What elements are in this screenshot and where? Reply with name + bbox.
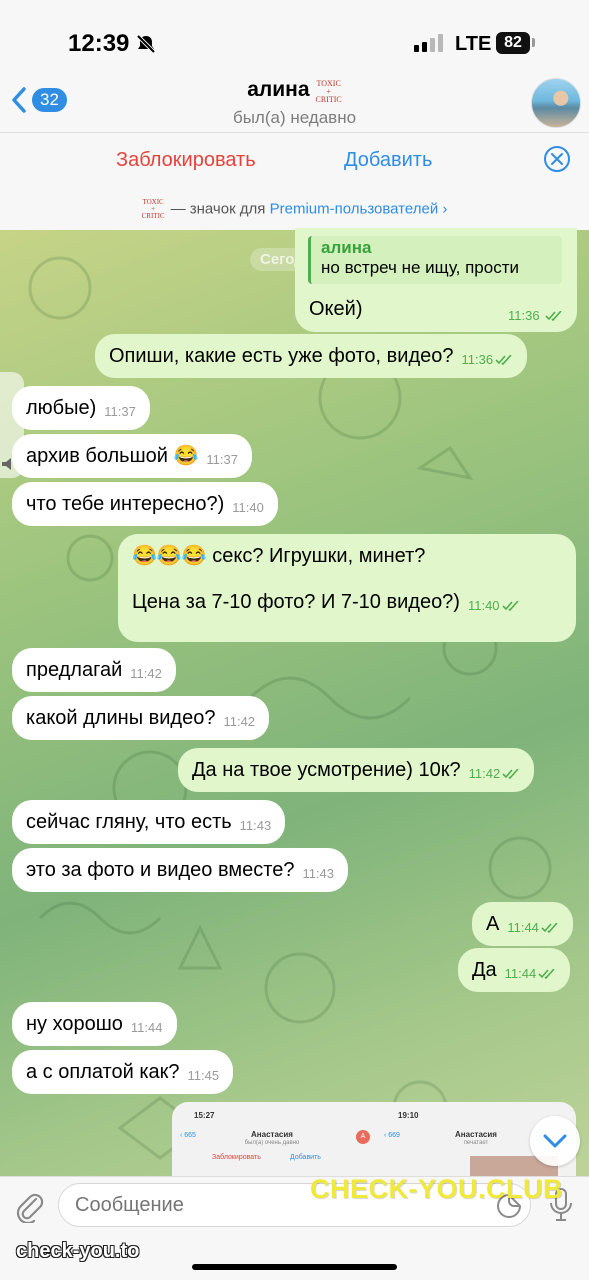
message-text: это за фото и видео вместе? <box>26 859 295 881</box>
reply-author: алина <box>321 238 372 257</box>
message-time: 11:37 <box>104 404 136 419</box>
message-text: архив большой 😂 <box>26 445 199 467</box>
double-check-icon <box>495 355 512 365</box>
message-text: Да <box>472 959 497 981</box>
message-time: 11:44 <box>130 1020 163 1035</box>
message-bubble-incoming[interactable]: какой длины видео? 11:42 <box>12 696 270 740</box>
message-text: что тебе интересно?) <box>26 493 225 515</box>
watermark-main: CHECK-YOU.CLUB <box>310 1174 563 1204</box>
thumb-add: Добавить <box>290 1154 321 1161</box>
message-bubble-outgoing[interactable]: Да 11:44 <box>458 948 571 992</box>
contact-action-bar: Заблокировать Добавить TOXIC + CRITIC — зна… <box>0 132 589 230</box>
premium-emoji-badge: TOXIC + CRITIC <box>315 79 342 104</box>
message-text: любые) <box>26 397 97 419</box>
thumb-time: 15:27 <box>194 1111 215 1120</box>
message-text-line-1: 😂😂😂 секс? Игрушки, минет? <box>132 545 426 567</box>
thumb-name: Анастасия <box>251 1130 293 1139</box>
message-bubble-outgoing[interactable]: 😂😂😂 секс? Игрушки, минет? Цена за 7-10 ф… <box>118 534 576 642</box>
message-time: 11:42 <box>223 714 256 729</box>
thumb-subtitle: был(а) очень давно <box>244 1140 300 1146</box>
message-bubble-incoming[interactable]: а с оплатой как? 11:45 <box>12 1050 234 1094</box>
message-time: 11:36 <box>462 352 514 367</box>
premium-hint-text: — значок для <box>170 200 270 218</box>
double-check-icon <box>545 311 562 321</box>
chat-title: алина <box>247 78 310 101</box>
message-time: 11:44 <box>505 966 557 981</box>
close-icon[interactable] <box>543 145 571 173</box>
premium-link[interactable]: Premium-пользователей › <box>270 200 448 217</box>
message-text: предлагай <box>26 659 123 681</box>
screenshot-thumbnail[interactable]: 15:27 ‹ 665 Анастасия был(а) очень давно… <box>172 1102 372 1176</box>
message-time: 11:45 <box>187 1068 220 1083</box>
thumb-time: 19:10 <box>398 1111 419 1120</box>
message-bubble-incoming[interactable]: это за фото и видео вместе? 11:43 <box>12 848 349 892</box>
message-time: 11:43 <box>239 818 272 833</box>
chevron-down-icon <box>543 1134 567 1148</box>
premium-hint[interactable]: TOXIC + CRITIC — значок для Premium-пользов… <box>0 199 589 220</box>
watermark-corner: check-you.to <box>16 1240 140 1262</box>
reply-quote[interactable]: алина но встреч не ищу, прости <box>308 236 562 284</box>
message-text: Окей) <box>309 298 363 320</box>
message-time: 11:44 <box>507 920 559 935</box>
double-check-icon <box>541 923 558 933</box>
status-time: 12:39 <box>68 30 130 57</box>
message-text: А <box>486 913 500 935</box>
message-bubble-incoming[interactable]: предлагай 11:42 <box>12 648 176 692</box>
message-bubble-incoming[interactable]: что тебе интересно?) 11:40 <box>12 482 278 526</box>
status-bar: 12:39 LTE 82 <box>0 0 589 78</box>
message-text: какой длины видео? <box>26 707 216 729</box>
block-button[interactable]: Заблокировать <box>116 149 256 172</box>
thumb-block: Заблокировать <box>212 1154 261 1161</box>
message-bubble-outgoing[interactable]: Опиши, какие есть уже фото, видео? 11:36 <box>95 334 528 378</box>
message-bubble-outgoing[interactable]: А 11:44 <box>472 902 573 946</box>
double-check-icon <box>501 601 519 611</box>
message-text: Опиши, какие есть уже фото, видео? <box>109 345 454 367</box>
message-bubble-incoming[interactable]: ну хорошо 11:44 <box>12 1002 177 1046</box>
bell-muted-icon <box>136 34 156 54</box>
message-bubble-incoming[interactable]: любые) 11:37 <box>12 386 150 430</box>
double-check-icon <box>538 969 555 979</box>
chat-header: 32 алина TOXIC + CRITIC был(а) недавно <box>0 70 589 132</box>
message-bubble-outgoing[interactable]: Да на твое усмотрение) 10к? 11:42 <box>178 748 535 792</box>
message-time: 11:40 <box>468 598 520 613</box>
message-time: 11:42 <box>130 666 162 681</box>
paperclip-icon[interactable] <box>14 1189 44 1223</box>
message-bubble-incoming[interactable]: сейчас гляну, что есть 11:43 <box>12 800 286 844</box>
message-time: 11:40 <box>232 500 264 515</box>
add-contact-button[interactable]: Добавить <box>344 149 432 172</box>
speaker-icon <box>2 458 11 470</box>
chat-title-block[interactable]: алина TOXIC + CRITIC был(а) недавно <box>0 78 589 128</box>
message-time: 11:42 <box>469 766 521 781</box>
message-time: 11:43 <box>302 866 335 881</box>
chat-subtitle: был(а) недавно <box>232 108 357 127</box>
home-indicator <box>192 1264 397 1270</box>
message-text: ну хорошо <box>26 1013 123 1035</box>
message-text-line-2: Цена за 7-10 фото? И 7-10 видео?) <box>132 591 460 613</box>
photo-album-preview[interactable]: 15:27 ‹ 665 Анастасия был(а) очень давно… <box>172 1102 576 1176</box>
reply-text: но встреч не ищу, прости <box>321 258 519 277</box>
avatar[interactable] <box>531 78 581 128</box>
message-time: 11:37 <box>206 452 238 467</box>
double-check-icon <box>502 769 519 779</box>
message-text: сейчас гляну, что есть <box>26 811 232 833</box>
message-text: а с оплатой как? <box>26 1061 180 1083</box>
message-time: 11:36 <box>508 308 563 323</box>
thumb-avatar: А <box>356 1130 370 1144</box>
scroll-down-button[interactable] <box>530 1116 580 1166</box>
message-text: Да на твое усмотрение) 10к? <box>192 759 461 781</box>
network-type: LTE <box>455 33 492 55</box>
battery-icon: 82 <box>496 32 530 54</box>
signal-icon <box>414 34 443 52</box>
message-bubble-incoming[interactable]: архив большой 😂 11:37 <box>12 434 252 478</box>
volume-indicator <box>0 372 24 478</box>
battery-tip <box>532 38 535 47</box>
premium-emoji-badge-small: TOXIC + CRITIC <box>141 198 165 220</box>
